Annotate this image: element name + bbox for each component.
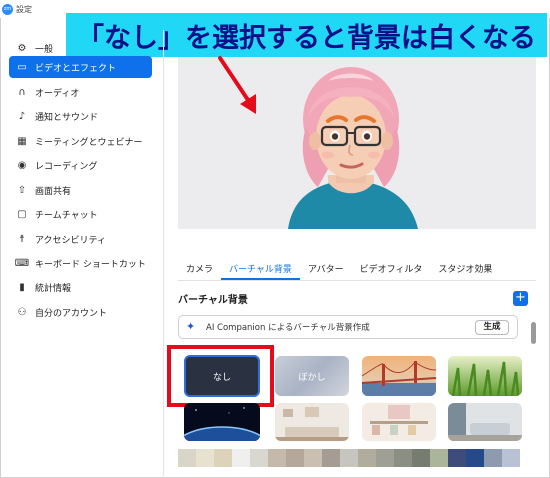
sidebar-item-record[interactable]: ◉ レコーディング bbox=[9, 154, 152, 176]
background-blur-label: ぼかし bbox=[298, 372, 326, 383]
generate-button[interactable]: 生成 bbox=[475, 320, 509, 335]
sidebar-item-label: レコーディング bbox=[35, 161, 98, 172]
sidebar-item-accessibility[interactable]: ☨ アクセシビリティ bbox=[9, 228, 152, 250]
sidebar-item-label: チームチャット bbox=[35, 210, 98, 221]
cafe-image bbox=[362, 403, 436, 441]
living-room-image bbox=[275, 403, 349, 441]
background-swatch[interactable] bbox=[358, 449, 376, 467]
grass-image bbox=[448, 356, 522, 396]
scrollbar-thumb[interactable] bbox=[531, 322, 536, 344]
background-living-room-thumbnail[interactable] bbox=[275, 403, 349, 441]
lounge-image bbox=[448, 403, 522, 441]
tabs-divider bbox=[178, 280, 536, 281]
tab-2[interactable]: アバター bbox=[300, 262, 352, 280]
background-swatch[interactable] bbox=[394, 449, 412, 467]
earth-image bbox=[184, 403, 260, 441]
sidebar-item-calendar[interactable]: ▦ ミーティングとウェビナー bbox=[9, 130, 152, 152]
sparkle-icon: ✦ bbox=[186, 320, 196, 333]
background-swatch[interactable] bbox=[412, 449, 430, 467]
tab-4[interactable]: スタジオ効果 bbox=[430, 262, 500, 280]
video-camera-icon: ▭ bbox=[17, 61, 27, 73]
ai-companion-bar[interactable]: ✦ AI Companion によるバーチャル背景作成 生成 bbox=[178, 315, 518, 339]
bridge-image bbox=[362, 356, 436, 396]
sidebar-item-label: ビデオとエフェクト bbox=[35, 63, 117, 74]
bell-icon: ♪ bbox=[18, 110, 26, 122]
add-background-button[interactable]: + bbox=[513, 291, 528, 306]
background-swatch[interactable] bbox=[484, 449, 502, 467]
background-swatch[interactable] bbox=[502, 449, 520, 467]
chat-icon: ▢ bbox=[17, 208, 27, 220]
background-swatch[interactable] bbox=[250, 449, 268, 467]
sidebar-item-label: 自分のアカウント bbox=[35, 308, 108, 319]
headphones-icon: ∩ bbox=[18, 86, 26, 98]
tab-3[interactable]: ビデオフィルタ bbox=[352, 262, 431, 280]
share-screen-icon: ⇧ bbox=[17, 184, 27, 196]
background-swatch[interactable] bbox=[268, 449, 286, 467]
background-swatch[interactable] bbox=[322, 449, 340, 467]
effects-tabs: カメラ バーチャル背景 アバター ビデオフィルタ スタジオ効果 bbox=[178, 262, 500, 280]
sidebar-item-label: 一般 bbox=[35, 44, 54, 55]
background-lounge-thumbnail[interactable] bbox=[448, 403, 522, 441]
background-swatch[interactable] bbox=[196, 449, 214, 467]
background-swatch[interactable] bbox=[178, 449, 196, 467]
background-swatch[interactable] bbox=[466, 449, 484, 467]
background-swatch[interactable] bbox=[340, 449, 358, 467]
background-blur-thumbnail[interactable]: ぼかし bbox=[275, 356, 349, 396]
sidebar-item-label: アクセシビリティ bbox=[35, 235, 107, 246]
background-swatch[interactable] bbox=[448, 449, 466, 467]
sidebar-item-headphones[interactable]: ∩ オーディオ bbox=[9, 81, 152, 103]
annotation-arrow-icon bbox=[218, 56, 256, 114]
annotation-highlight-box bbox=[167, 345, 274, 407]
sidebar-item-bell[interactable]: ♪ 通知とサウンド bbox=[9, 105, 152, 127]
sidebar-item-label: キーボード ショートカット bbox=[35, 259, 146, 270]
background-swatch[interactable] bbox=[286, 449, 304, 467]
sidebar-item-bar-chart[interactable]: ▮ 統計情報 bbox=[9, 276, 152, 298]
zoom-app-icon: zm bbox=[2, 3, 13, 15]
sidebar-item-video-camera[interactable]: ▭ ビデオとエフェクト bbox=[9, 56, 152, 78]
sidebar-item-label: 画面共有 bbox=[35, 186, 72, 197]
background-swatch[interactable] bbox=[376, 449, 394, 467]
sidebar-item-keyboard[interactable]: ⌨ キーボード ショートカット bbox=[9, 252, 152, 274]
background-swatch[interactable] bbox=[430, 449, 448, 467]
sidebar-item-user[interactable]: ⚇ 自分のアカウント bbox=[9, 301, 152, 323]
keyboard-icon: ⌨ bbox=[14, 257, 30, 269]
bar-chart-icon: ▮ bbox=[19, 281, 25, 293]
background-swatch[interactable] bbox=[214, 449, 232, 467]
ai-companion-prompt: AI Companion によるバーチャル背景作成 bbox=[206, 323, 370, 333]
tab-0[interactable]: カメラ bbox=[178, 262, 221, 280]
background-grass-thumbnail[interactable] bbox=[448, 356, 522, 396]
gear-icon: ⚙ bbox=[17, 42, 27, 54]
sidebar-item-label: ミーティングとウェビナー bbox=[35, 137, 143, 148]
sidebar-item-label: オーディオ bbox=[35, 88, 80, 99]
tab-1[interactable]: バーチャル背景 bbox=[221, 262, 300, 280]
sidebar-item-chat[interactable]: ▢ チームチャット bbox=[9, 203, 152, 225]
accessibility-icon: ☨ bbox=[19, 233, 25, 245]
sidebar-item-label: 統計情報 bbox=[35, 283, 72, 294]
sidebar-item-label: 通知とサウンド bbox=[35, 112, 99, 123]
background-bridge-thumbnail[interactable] bbox=[362, 356, 436, 396]
record-icon: ◉ bbox=[17, 159, 27, 171]
background-earth-thumbnail[interactable] bbox=[184, 403, 260, 441]
calendar-icon: ▦ bbox=[17, 135, 27, 147]
user-icon: ⚇ bbox=[17, 306, 27, 318]
background-swatch[interactable] bbox=[232, 449, 250, 467]
background-cafe-thumbnail[interactable] bbox=[362, 403, 436, 441]
virtual-background-heading: バーチャル背景 bbox=[178, 295, 248, 306]
background-swatch-row bbox=[178, 449, 520, 467]
background-swatch[interactable] bbox=[304, 449, 322, 467]
sidebar-divider bbox=[163, 30, 164, 478]
window-title: 設定 bbox=[16, 4, 32, 14]
sidebar-item-share-screen[interactable]: ⇧ 画面共有 bbox=[9, 179, 152, 201]
